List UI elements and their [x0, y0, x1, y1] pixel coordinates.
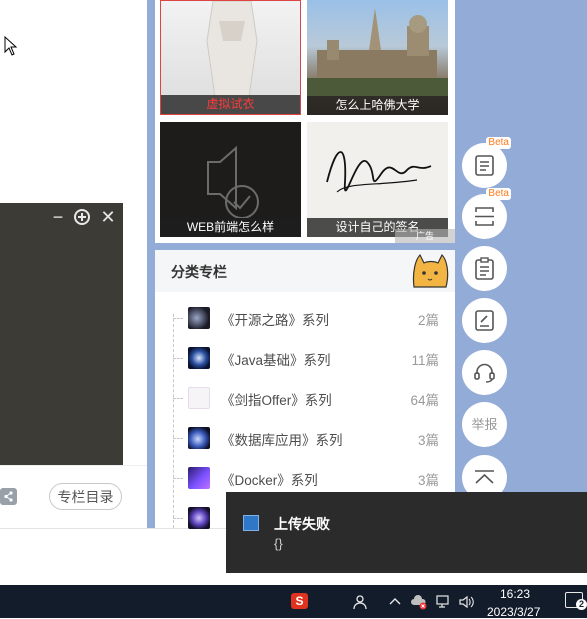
category-thumbnail	[188, 307, 210, 329]
ad-badge[interactable]: 广告	[395, 229, 455, 243]
notification-title: 上传失败	[274, 516, 330, 532]
edit-tool-button[interactable]	[462, 298, 507, 343]
category-item[interactable]: 《数据库应用》系列 3篇	[155, 418, 455, 458]
clock-time[interactable]: 16:23	[500, 587, 530, 601]
upload-failed-notification[interactable]: 上传失败 {}	[226, 492, 587, 573]
ad-tile[interactable]: 设计自己的签名	[307, 122, 448, 237]
category-item[interactable]: 《Java基础》系列 11篇	[155, 338, 455, 378]
university-buildings-image	[307, 8, 448, 96]
tree-branch	[173, 398, 183, 399]
mouse-cursor-icon	[4, 36, 18, 56]
category-thumbnail	[188, 347, 210, 369]
cloud-error-icon[interactable]	[410, 594, 428, 614]
chevron-up-icon[interactable]	[389, 594, 401, 612]
tree-branch	[173, 438, 183, 439]
report-button[interactable]: 举报	[462, 402, 507, 447]
category-thumbnail	[188, 427, 210, 449]
category-item[interactable]: 《剑指Offer》系列 64篇	[155, 378, 455, 418]
category-name[interactable]: 《剑指Offer》系列	[221, 389, 332, 409]
scan-tool-button[interactable]: Beta	[462, 188, 511, 239]
ad-tile[interactable]: 虚拟试衣	[160, 0, 301, 115]
clipboard-icon	[475, 257, 494, 280]
category-header: 分类专栏	[155, 250, 455, 292]
speaker-graphic-image	[207, 145, 259, 219]
support-tool-button[interactable]	[462, 350, 507, 395]
ad-panel: 虚拟试衣 怎么上哈佛大学 WEB前端怎么样 设计自己的签名	[155, 0, 455, 243]
close-icon[interactable]: ✕	[98, 207, 118, 227]
minimize-icon[interactable]: −	[48, 207, 68, 227]
ad-tile[interactable]: WEB前端怎么样	[160, 122, 301, 237]
category-name[interactable]: 《开源之路》系列	[221, 309, 329, 329]
divider	[0, 465, 147, 466]
clock-date[interactable]: 2023/3/27	[487, 605, 540, 619]
clipboard-tool-button[interactable]	[462, 246, 507, 291]
network-icon[interactable]	[436, 594, 452, 614]
edit-icon	[475, 310, 494, 331]
volume-icon[interactable]	[458, 594, 476, 614]
video-controls: − ✕	[0, 203, 123, 231]
signature-image	[326, 151, 432, 193]
cat-mascot-icon	[412, 253, 449, 288]
notification-message: {}	[274, 536, 283, 551]
category-count: 2篇	[417, 313, 439, 328]
beta-badge: Beta	[486, 137, 511, 149]
tree-branch	[173, 358, 183, 359]
headset-icon	[474, 363, 495, 383]
list-icon	[475, 155, 494, 176]
notification-count-badge: 2	[576, 599, 587, 610]
scan-icon	[475, 207, 494, 226]
share-icon[interactable]	[0, 488, 17, 505]
category-name[interactable]: 《数据库应用》系列	[221, 429, 343, 449]
dress-figure-image	[206, 1, 258, 98]
ad-tile[interactable]: 怎么上哈佛大学	[307, 0, 448, 115]
list-tool-button[interactable]: Beta	[462, 137, 511, 188]
tree-branch	[173, 318, 183, 319]
back-to-top-icon	[475, 470, 494, 484]
category-thumbnail	[188, 387, 210, 409]
category-count: 11篇	[411, 353, 439, 368]
tree-branch	[173, 518, 183, 519]
category-column-panel: 分类专栏 《开源之路》系列 2篇 《Java基础》系列 11篇 《剑指Offer…	[155, 250, 455, 529]
category-thumbnail	[188, 467, 210, 489]
taskbar: S 16:23 2023/3/27 2	[0, 585, 587, 619]
ad-caption: 虚拟试衣	[161, 95, 300, 114]
zoom-in-icon[interactable]	[72, 207, 92, 227]
ad-caption: 怎么上哈佛大学	[307, 96, 448, 115]
beta-badge: Beta	[486, 188, 511, 200]
tree-branch	[173, 478, 183, 479]
category-count: 3篇	[417, 433, 439, 448]
category-count: 3篇	[417, 473, 439, 488]
category-count: 64篇	[410, 393, 439, 408]
sogou-input-icon[interactable]: S	[291, 593, 308, 609]
report-label: 举报	[471, 417, 498, 432]
category-thumbnail	[188, 507, 210, 529]
ad-caption: WEB前端怎么样	[160, 218, 301, 237]
category-name[interactable]: 《Java基础》系列	[221, 349, 331, 369]
category-name[interactable]: 《Docker》系列	[221, 469, 318, 489]
video-player[interactable]: − ✕	[0, 203, 123, 465]
column-directory-button[interactable]: 专栏目录	[49, 483, 122, 510]
app-icon	[243, 515, 259, 531]
people-icon[interactable]	[353, 594, 369, 614]
category-title: 分类专栏	[171, 264, 227, 280]
category-item[interactable]: 《开源之路》系列 2篇	[155, 298, 455, 338]
